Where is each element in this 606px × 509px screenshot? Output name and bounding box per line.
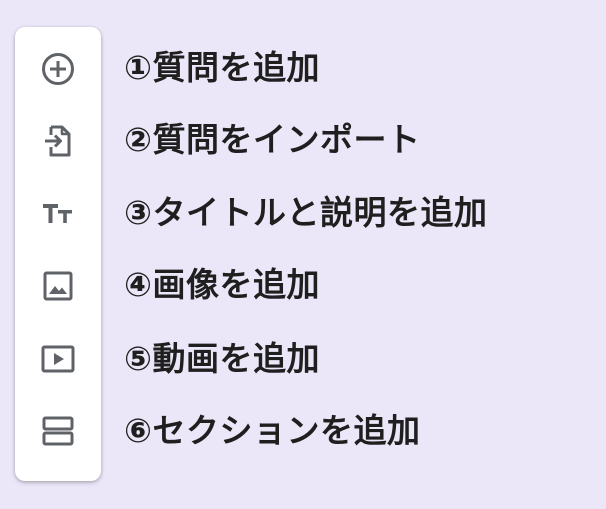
add-question-button[interactable] [15,39,101,99]
title-text-icon [43,204,72,223]
video-icon [41,345,75,373]
floating-toolbar [15,27,101,481]
add-section-button[interactable] [15,401,101,461]
add-title-button[interactable] [15,184,101,244]
import-file-icon [45,125,71,157]
label-add-image: ④画像を追加 [124,265,320,304]
label-add-question: ①質問を追加 [124,48,320,87]
label-import-questions: ②質問をインポート [124,120,421,159]
add-circle-icon [42,53,74,85]
section-icon [42,416,74,446]
image-icon [43,271,73,301]
import-questions-button[interactable] [15,111,101,171]
label-add-video: ⑤動画を追加 [124,339,320,378]
label-add-title: ③タイトルと説明を追加 [124,193,488,232]
add-video-button[interactable] [15,329,101,389]
add-image-button[interactable] [15,256,101,316]
label-add-section: ⑥セクションを追加 [124,411,421,450]
